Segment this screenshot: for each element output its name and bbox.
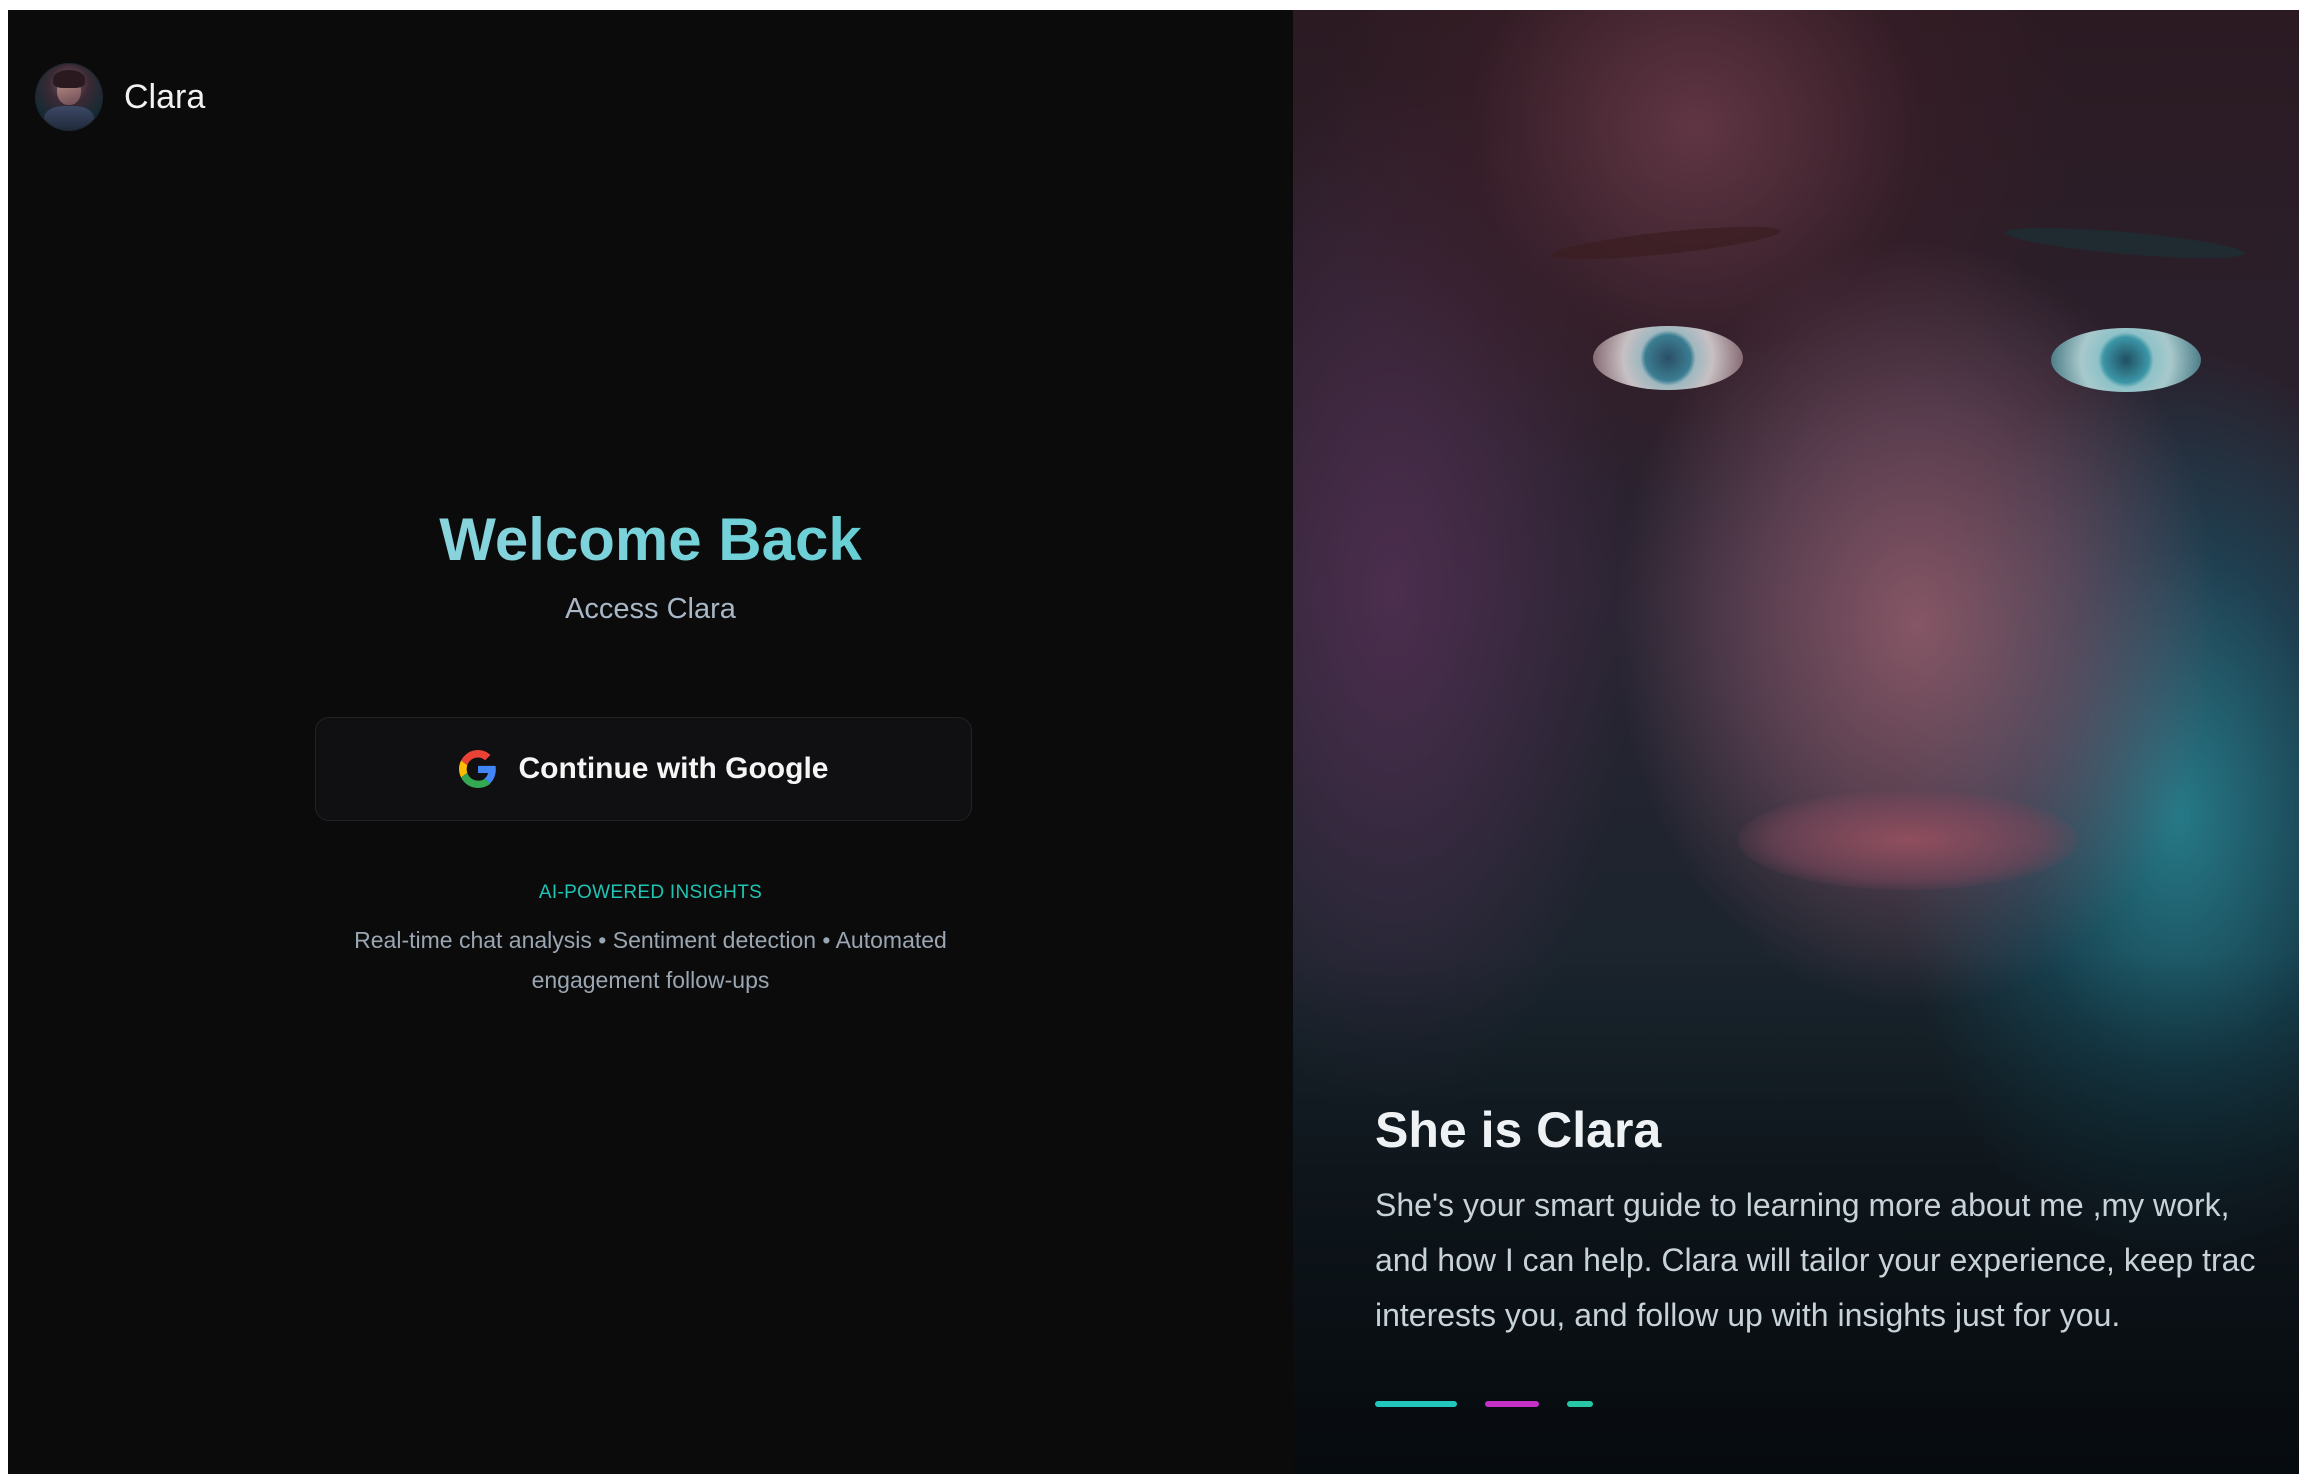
portrait-brow-left [1550, 220, 1782, 266]
login-header: Welcome Back Access Clara [8, 505, 1293, 626]
hero-description-line: interests you, and follow up with insigh… [1375, 1297, 2121, 1333]
insights-badge: AI-POWERED INSIGHTS [538, 882, 763, 903]
hero-description-line: and how I can help. Clara will tailor yo… [1375, 1242, 2256, 1278]
portrait-eye-left [1593, 326, 1743, 390]
avatar-hair-shape [53, 70, 85, 88]
portrait-brow-right [2004, 221, 2246, 265]
page-subtitle: Access Clara [565, 593, 736, 625]
google-g-icon [458, 750, 496, 788]
portrait-lips [1738, 790, 2078, 890]
carousel-indicator-1[interactable] [1375, 1401, 1457, 1407]
brand[interactable]: Clara [36, 64, 205, 130]
google-button-label: Continue with Google [518, 752, 829, 785]
insights-section: AI-POWERED INSIGHTS Real-time chat analy… [8, 882, 1293, 1000]
continue-with-google-button[interactable]: Continue with Google [315, 717, 972, 821]
carousel-indicator-2[interactable] [1485, 1401, 1539, 1407]
login-panel: Clara Welcome Back Access Clara Continue… [8, 10, 1293, 1474]
carousel-indicators [1375, 1401, 1621, 1407]
hero-description-line: She's your smart guide to learning more … [1375, 1187, 2230, 1223]
avatar-body-shape [44, 106, 94, 130]
login-page: Clara Welcome Back Access Clara Continue… [8, 10, 2299, 1474]
clara-avatar [36, 64, 102, 130]
hero-description: She's your smart guide to learning more … [1375, 1178, 2299, 1343]
hero-heading: She is Clara [1375, 1102, 1662, 1158]
carousel-indicator-3[interactable] [1567, 1401, 1593, 1407]
insights-features: Real-time chat analysis • Sentiment dete… [354, 927, 947, 993]
page-title: Welcome Back [8, 505, 1293, 575]
hero-panel: She is Clara She's your smart guide to l… [1293, 10, 2299, 1474]
brand-name: Clara [124, 77, 206, 116]
hero-caption: She is Clara She's your smart guide to l… [1375, 1100, 2299, 1343]
portrait-eye-right [2051, 328, 2201, 392]
